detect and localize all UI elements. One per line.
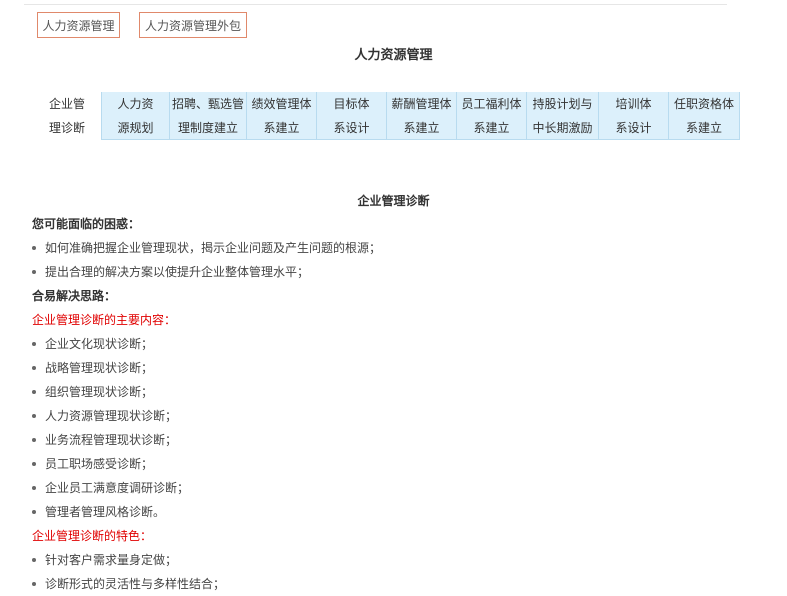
menu-item-welfare-system[interactable]: 员工福利体 系建立 — [457, 92, 527, 140]
menu-item-label-line1: 薪酬管理体 — [391, 96, 452, 111]
list-item: 管理者管理风格诊断。 — [32, 500, 732, 524]
bullet-icon — [32, 558, 36, 562]
section-title: 企业管理诊断 — [357, 194, 430, 208]
list-item-text: 组织管理现状诊断； — [45, 385, 154, 399]
list-item: 提出合理的解决方案以使提升企业整体管理水平； — [32, 260, 732, 284]
bullet-icon — [32, 510, 36, 514]
bullet-icon — [32, 414, 36, 418]
menu-item-label-line2: 系建立 — [263, 120, 300, 135]
list-item-text: 诊断形式的灵活性与多样性结合； — [45, 577, 226, 591]
list-item: 业务流程管理现状诊断； — [32, 428, 732, 452]
list-item-text: 如何准确把握企业管理现状，揭示企业问题及产生问题的根源； — [45, 241, 382, 255]
menu-item-training-system[interactable]: 培训体 系设计 — [599, 92, 669, 140]
list-item: 如何准确把握企业管理现状，揭示企业问题及产生问题的根源； — [32, 236, 732, 260]
bullet-icon — [32, 270, 36, 274]
list-item: 人力资源管理现状诊断； — [32, 404, 732, 428]
list-item-text: 企业员工满意度调研诊断； — [45, 481, 190, 495]
menu-item-label-line1: 任职资格体 — [673, 96, 734, 111]
list-item-text: 管理者管理风格诊断。 — [45, 505, 166, 519]
list-item: 企业文化现状诊断； — [32, 332, 732, 356]
menu-item-label-line1: 持股计划与 — [532, 96, 593, 111]
list-item: 组织管理现状诊断； — [32, 380, 732, 404]
menu-item-performance-system[interactable]: 绩效管理体 系建立 — [247, 92, 317, 140]
menu-item-label-line1: 人力资 — [117, 96, 154, 111]
menu-item-label-line2: 源规划 — [117, 120, 154, 135]
menu-item-management-diagnosis[interactable]: 企业管 理诊断 — [33, 92, 101, 140]
list-item-text: 企业文化现状诊断； — [45, 337, 154, 351]
bullet-icon — [32, 390, 36, 394]
tab-hr-outsourcing[interactable]: 人力资源管理外包 — [139, 12, 247, 38]
list-item-text: 员工职场感受诊断； — [45, 457, 154, 471]
bullet-icon — [32, 582, 36, 586]
list-item-text: 提出合理的解决方案以使提升企业整体管理水平； — [45, 265, 310, 279]
features-heading: 企业管理诊断的特色： — [32, 529, 153, 543]
list-item-text: 针对客户需求量身定做； — [45, 553, 178, 567]
bullet-icon — [32, 366, 36, 370]
bullet-icon — [32, 462, 36, 466]
menu-item-label-line1: 目标体 — [333, 96, 370, 111]
main-content-heading: 企业管理诊断的主要内容： — [32, 313, 177, 327]
menu-item-label-line2: 中长期激励 — [532, 120, 593, 135]
list-item: 战略管理现状诊断； — [32, 356, 732, 380]
bullet-icon — [32, 438, 36, 442]
menu-item-label-line2: 系建立 — [403, 120, 440, 135]
bullet-icon — [32, 246, 36, 250]
list-item: 企业员工满意度调研诊断； — [32, 476, 732, 500]
list-item-text: 战略管理现状诊断； — [45, 361, 154, 375]
page-title: 人力资源管理 — [354, 48, 433, 63]
menu-item-label-line1: 绩效管理体 — [251, 96, 312, 111]
menu-item-label-line2: 系建立 — [685, 120, 722, 135]
menu-item-label-line2: 系设计 — [333, 120, 370, 135]
list-item-text: 业务流程管理现状诊断； — [45, 433, 178, 447]
article-content: 您可能面临的困惑： 如何准确把握企业管理现状，揭示企业问题及产生问题的根源； 提… — [32, 212, 732, 596]
top-divider — [24, 4, 727, 5]
menu-item-label-line1: 企业管 — [48, 97, 85, 111]
menu-item-compensation-system[interactable]: 薪酬管理体 系建立 — [387, 92, 457, 140]
bullet-icon — [32, 486, 36, 490]
service-menu: 企业管 理诊断 人力资 源规划 招聘、甄选管 理制度建立 绩效管理体 系建立 目… — [33, 92, 740, 140]
menu-item-label-line1: 招聘、甄选管 — [171, 96, 244, 111]
list-item: 针对客户需求量身定做； — [32, 548, 732, 572]
list-item-text: 人力资源管理现状诊断； — [45, 409, 178, 423]
menu-item-objective-system[interactable]: 目标体 系设计 — [317, 92, 387, 140]
difficulties-heading: 您可能面临的困惑： — [32, 217, 141, 231]
menu-item-hr-planning[interactable]: 人力资 源规划 — [101, 92, 170, 140]
menu-item-label-line2: 系设计 — [615, 120, 652, 135]
menu-item-label-line2: 理制度建立 — [177, 120, 238, 135]
bullet-icon — [32, 342, 36, 346]
menu-item-label-line1: 员工福利体 — [461, 96, 522, 111]
list-item: 诊断形式的灵活性与多样性结合； — [32, 572, 732, 596]
menu-item-label-line2: 理诊断 — [48, 121, 85, 135]
tab-hr-management[interactable]: 人力资源管理 — [37, 12, 120, 38]
approach-heading: 合易解决思路： — [32, 289, 117, 303]
menu-item-label-line1: 培训体 — [615, 96, 652, 111]
menu-item-qualification-system[interactable]: 任职资格体 系建立 — [669, 92, 740, 140]
list-item: 员工职场感受诊断； — [32, 452, 732, 476]
menu-item-recruitment-system[interactable]: 招聘、甄选管 理制度建立 — [170, 92, 247, 140]
menu-item-label-line2: 系建立 — [473, 120, 510, 135]
menu-item-equity-incentive[interactable]: 持股计划与 中长期激励 — [527, 92, 599, 140]
